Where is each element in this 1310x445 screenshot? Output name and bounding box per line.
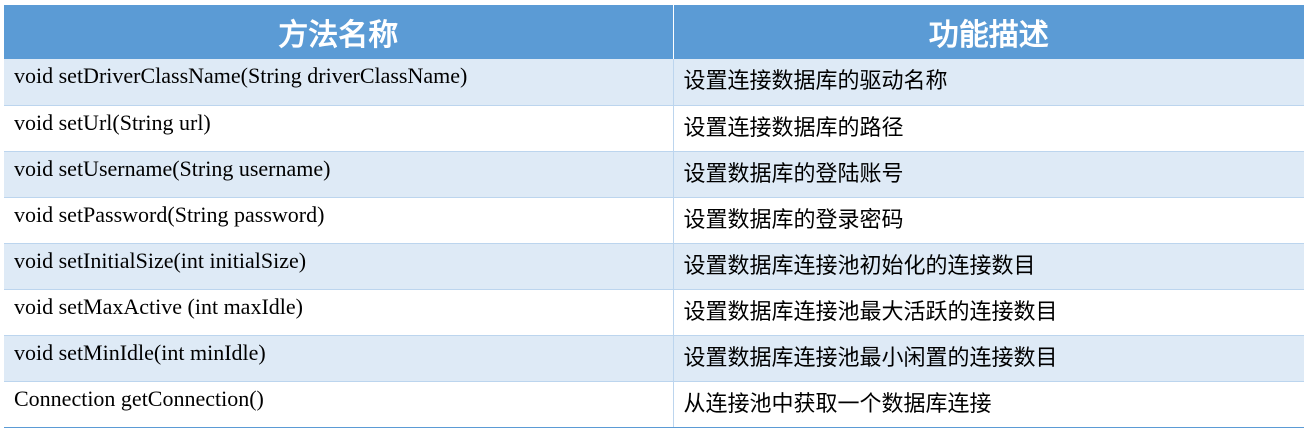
- description-cell: 设置数据库连接池最大活跃的连接数目: [673, 289, 1304, 336]
- method-cell: void setUsername(String username): [4, 151, 674, 198]
- method-cell: void setDriverClassName(String driverCla…: [4, 59, 674, 106]
- method-cell: void setUrl(String url): [4, 105, 674, 152]
- table-row: void setDriverClassName(String driverCla…: [4, 59, 1304, 106]
- description-cell: 设置数据库的登录密码: [673, 197, 1304, 244]
- method-cell: void setMaxActive (int maxIdle): [4, 289, 674, 336]
- table-row: void setInitialSize(int initialSize) 设置数…: [4, 243, 1304, 290]
- table-row: Connection getConnection() 从连接池中获取一个数据库连…: [4, 381, 1304, 428]
- header-description: 功能描述: [673, 5, 1304, 59]
- description-cell: 从连接池中获取一个数据库连接: [673, 381, 1304, 428]
- method-cell: void setPassword(String password): [4, 197, 674, 244]
- table-row: void setPassword(String password) 设置数据库的…: [4, 197, 1304, 244]
- method-cell: Connection getConnection(): [4, 381, 674, 428]
- description-cell: 设置数据库连接池初始化的连接数目: [673, 243, 1304, 290]
- description-cell: 设置数据库的登陆账号: [673, 151, 1304, 198]
- method-cell: void setInitialSize(int initialSize): [4, 243, 674, 290]
- method-cell: void setMinIdle(int minIdle): [4, 335, 674, 382]
- method-table: 方法名称 功能描述 void setDriverClassName(String…: [4, 5, 1304, 428]
- table-row: void setMinIdle(int minIdle) 设置数据库连接池最小闲…: [4, 335, 1304, 382]
- description-cell: 设置数据库连接池最小闲置的连接数目: [673, 335, 1304, 382]
- description-cell: 设置连接数据库的路径: [673, 105, 1304, 152]
- table-row: void setMaxActive (int maxIdle) 设置数据库连接池…: [4, 289, 1304, 336]
- header-method-name: 方法名称: [4, 5, 674, 59]
- table-row: void setUrl(String url) 设置连接数据库的路径: [4, 105, 1304, 152]
- table-header-row: 方法名称 功能描述: [4, 5, 1304, 59]
- description-cell: 设置连接数据库的驱动名称: [673, 59, 1304, 106]
- table-row: void setUsername(String username) 设置数据库的…: [4, 151, 1304, 198]
